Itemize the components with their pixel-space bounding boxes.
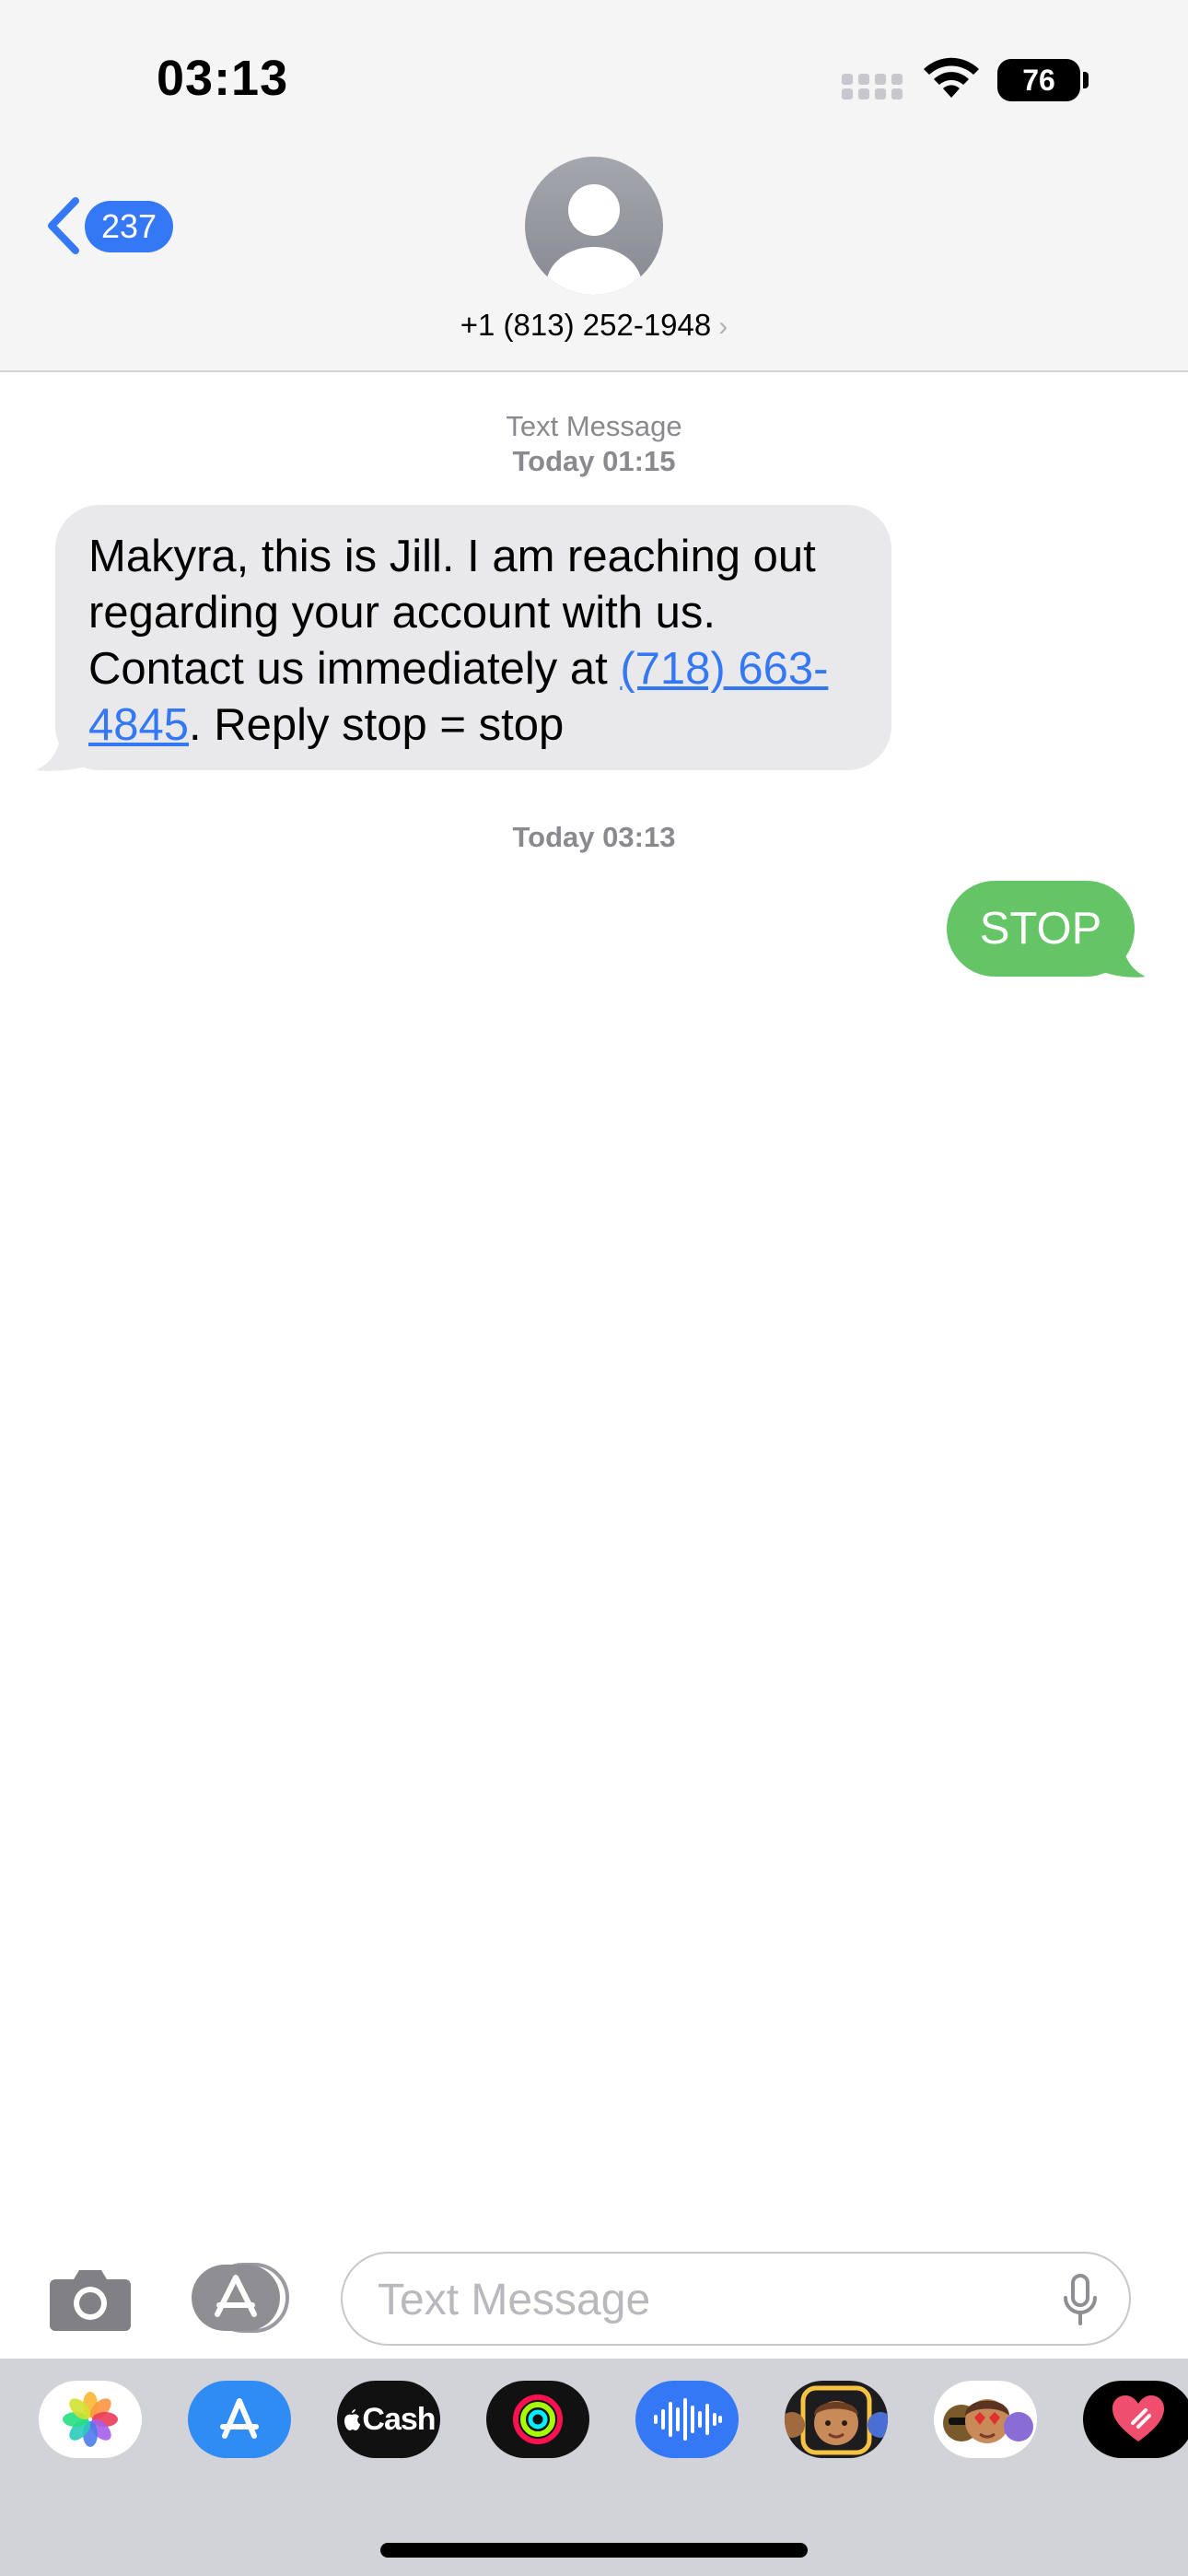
apple-cash-icon[interactable]: Cash [337,2381,440,2458]
back-unread-badge[interactable]: 237 [85,201,173,252]
outgoing-message-bubble[interactable]: STOP [947,881,1135,977]
app-store-button-icon[interactable] [190,2263,293,2333]
message-composer[interactable] [341,2252,1131,2346]
timestamp: Today 01:15 [512,445,676,477]
cash-label: Cash [362,2401,436,2437]
battery-indicator: 76 [997,59,1080,101]
app-store-icon[interactable] [188,2381,291,2458]
back-chevron-icon[interactable] [44,197,81,254]
incoming-message-text-end: . Reply stop = stop [189,700,565,750]
wifi-icon [924,57,979,98]
contact-name[interactable]: +1 (813) 252-1948 › [0,308,1188,343]
contact-avatar-icon[interactable] [525,157,663,295]
activity-icon[interactable] [486,2381,589,2458]
waveform-icon [654,2398,722,2441]
cellular-signal-icon [842,74,903,100]
digital-touch-icon[interactable] [1083,2381,1188,2458]
timestamp: Today 03:13 [0,820,1188,855]
audio-message-icon[interactable] [635,2381,739,2458]
timestamp-text: Today 03:13 [512,821,676,853]
apple-logo-icon [344,2409,361,2430]
animoji-icon[interactable] [934,2381,1037,2458]
photos-icon[interactable] [39,2381,142,2458]
activity-rings-icon [513,2395,563,2444]
contact-chevron-icon: › [718,311,728,342]
battery-cap [1083,72,1089,88]
contact-phone[interactable]: +1 (813) 252-1948 [460,308,711,342]
message-service-label: Text Message [506,410,682,442]
microphone-icon[interactable] [1063,2274,1098,2325]
photos-flower-icon [63,2392,118,2447]
status-time: 03:13 [157,51,289,106]
memoji-face-icon [785,2385,888,2455]
memoji-stickers-icon[interactable] [785,2381,888,2458]
message-input[interactable] [376,2254,1024,2346]
conversation-header: 03:13 76 237 +1 (813) 252-1948 › [0,0,1188,372]
timestamp-header: Text Message Today 01:15 [0,409,1188,479]
incoming-message-bubble[interactable]: Makyra, this is Jill. I am reaching out … [55,505,891,770]
memoji-group-icon [943,2399,1033,2443]
app-store-glyph-icon [220,2398,259,2439]
heart-icon [1112,2395,1164,2441]
camera-icon[interactable] [48,2263,133,2333]
home-indicator[interactable] [380,2543,808,2558]
